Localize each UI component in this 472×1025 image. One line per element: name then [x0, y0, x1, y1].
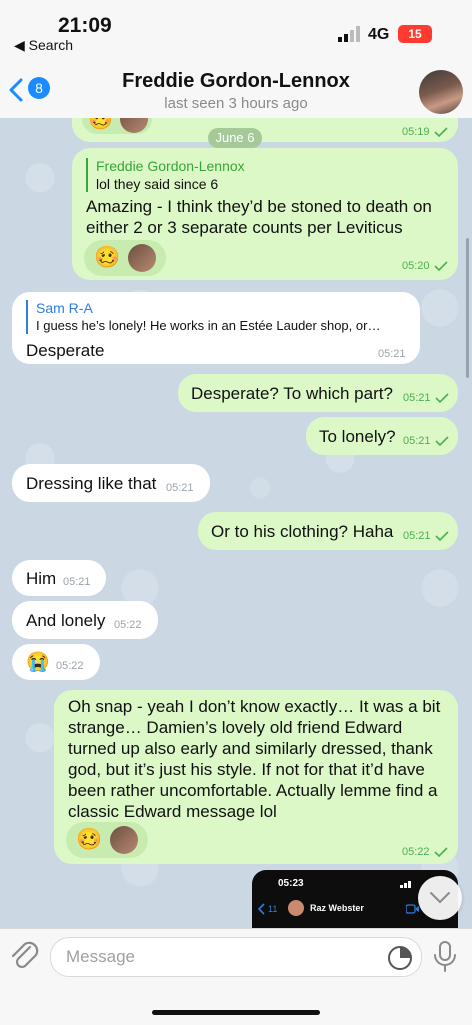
attachment-time: 05:23: [278, 878, 304, 889]
scrollbar[interactable]: [466, 238, 469, 378]
message-time: 05:20: [402, 260, 430, 272]
home-indicator: [152, 1010, 320, 1015]
incoming-message[interactable]: Him 05:21: [12, 560, 106, 596]
read-check-icon: [435, 436, 449, 447]
incoming-message[interactable]: Sam R-A I guess he’s lonely! He works in…: [12, 292, 420, 364]
message-text: Desperate: [26, 341, 105, 360]
reply-author: Sam R-A: [36, 300, 93, 316]
scroll-to-bottom-button[interactable]: [418, 876, 462, 920]
attachment-contact-avatar: [288, 900, 304, 916]
message-time: 05:21: [63, 576, 91, 588]
read-check-icon: [434, 127, 448, 138]
microphone-icon[interactable]: [432, 941, 458, 973]
incoming-message[interactable]: Dressing like that 05:21: [12, 464, 210, 502]
message-time: 05:22: [402, 846, 430, 858]
message-text: Amazing - I think they’d be stoned to de…: [86, 197, 432, 237]
attachment-signal-icon: [400, 881, 411, 888]
incoming-message[interactable]: 😭 05:22: [12, 644, 100, 680]
message-time: 05:21: [403, 435, 431, 447]
signal-icon: [338, 26, 362, 42]
reactor-avatar: [128, 244, 156, 272]
battery-icon: 15: [398, 25, 432, 43]
message-time: 05:21: [378, 348, 406, 360]
message-text: To lonely?: [319, 427, 396, 446]
message-text: Oh snap - yeah I don’t know exactly… It …: [68, 697, 441, 821]
status-time: 21:09: [58, 14, 112, 37]
paperclip-icon[interactable]: [10, 941, 40, 973]
message-input-placeholder: Message: [66, 947, 135, 966]
message-input-bar: Message: [0, 928, 472, 1025]
crying-face-emoji: 😭: [26, 652, 50, 673]
read-check-icon: [434, 261, 448, 272]
reactor-avatar: [110, 826, 138, 854]
attachment-video-icon: [406, 904, 419, 914]
outgoing-message[interactable]: 🥴 05:19: [72, 118, 458, 142]
attachment-back-count: 11: [268, 904, 278, 914]
incoming-message[interactable]: And lonely 05:22: [12, 601, 158, 639]
contact-avatar[interactable]: [419, 70, 463, 114]
read-check-icon: [435, 531, 449, 542]
attachment-contact-name: Raz Webster: [310, 903, 364, 913]
reaction-pill[interactable]: 🥴: [82, 118, 152, 134]
message-time: 05:19: [402, 126, 430, 138]
message-time: 05:21: [166, 482, 194, 494]
message-list[interactable]: 🥴 05:19 June 6 Freddie Gordon-Lennox lol…: [0, 118, 472, 928]
reply-author: Freddie Gordon-Lennox: [96, 158, 245, 174]
reply-text: lol they said since 6: [96, 176, 219, 192]
status-bar: 21:09 ◀ Search 4G 15: [0, 0, 472, 60]
outgoing-message[interactable]: Desperate? To which part? 05:21: [178, 374, 458, 412]
sticker-icon[interactable]: [387, 945, 413, 971]
reactor-avatar: [120, 118, 148, 133]
outgoing-message[interactable]: Or to his clothing? Haha 05:21: [198, 512, 458, 550]
message-text: And lonely: [26, 611, 106, 630]
reply-quote[interactable]: Freddie Gordon-Lennox lol they said sinc…: [86, 158, 245, 192]
outgoing-message[interactable]: Freddie Gordon-Lennox lol they said sinc…: [72, 148, 458, 280]
read-check-icon: [435, 393, 449, 404]
woozy-face-emoji: 🥴: [88, 118, 113, 131]
woozy-face-emoji: 🥴: [94, 246, 121, 269]
read-check-icon: [434, 847, 448, 858]
date-divider: June 6: [208, 128, 262, 148]
outgoing-message[interactable]: Oh snap - yeah I don’t know exactly… It …: [54, 690, 458, 864]
message-time: 05:22: [56, 660, 84, 672]
message-text: Him: [26, 569, 57, 588]
message-time: 05:22: [114, 619, 142, 631]
chat-subtitle: last seen 3 hours ago: [164, 95, 308, 112]
network-label: 4G: [368, 26, 390, 43]
message-text: Or to his clothing? Haha: [211, 522, 394, 541]
reply-quote[interactable]: Sam R-A I guess he’s lonely! He works in…: [26, 300, 380, 334]
message-text: Desperate? To which part?: [191, 384, 393, 403]
message-time: 05:21: [403, 392, 431, 404]
attachment-back-icon: [258, 903, 265, 915]
outgoing-message[interactable]: To lonely? 05:21: [306, 417, 458, 455]
chat-title[interactable]: Freddie Gordon-Lennox: [0, 70, 472, 93]
chat-header: 8 Freddie Gordon-Lennox last seen 3 hour…: [0, 60, 472, 119]
reaction-pill[interactable]: 🥴: [66, 822, 148, 858]
woozy-face-emoji: 🥴: [76, 828, 103, 851]
back-to-app-link[interactable]: ◀ Search: [14, 37, 73, 54]
reply-text: I guess he’s lonely! He works in an Esté…: [36, 318, 381, 333]
chevron-down-icon: [430, 892, 450, 904]
message-input[interactable]: Message: [50, 937, 422, 977]
battery-level: 15: [408, 27, 422, 41]
message-text: Dressing like that: [26, 474, 157, 493]
message-time: 05:21: [403, 530, 431, 542]
reaction-pill[interactable]: 🥴: [84, 240, 166, 276]
